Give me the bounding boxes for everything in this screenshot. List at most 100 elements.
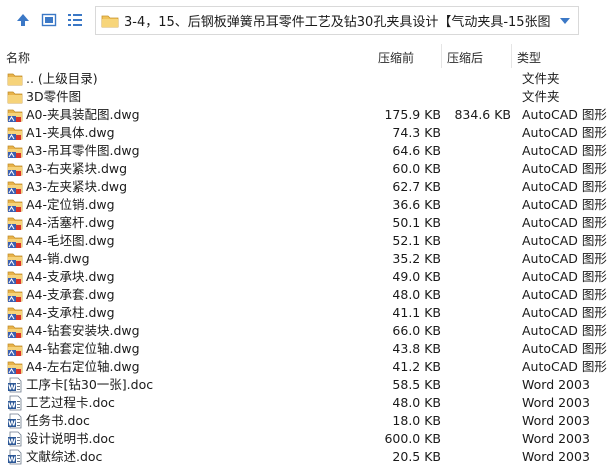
file-row[interactable]: A3-吊耳零件图.dwg 64.6 KB AutoCAD 图形 xyxy=(0,142,614,160)
file-compressed-size: 35.2 KB xyxy=(392,251,441,266)
file-type: 文件夹 xyxy=(522,71,560,86)
file-row[interactable]: A4-定位销.dwg 36.6 KB AutoCAD 图形 xyxy=(0,196,614,214)
autocad-file-icon xyxy=(7,323,23,339)
file-compressed-size: 20.5 KB xyxy=(392,449,441,464)
file-name: 3D零件图 xyxy=(26,89,82,104)
file-compressed-size: 74.3 KB xyxy=(392,125,441,140)
file-type: AutoCAD 图形 xyxy=(522,305,607,320)
autocad-file-icon xyxy=(7,233,23,249)
file-name: A4-定位销.dwg xyxy=(26,197,115,212)
file-compressed-size: 48.0 KB xyxy=(392,287,441,302)
file-row[interactable]: 3D零件图 文件夹 xyxy=(0,88,614,106)
file-name: A4-支承套.dwg xyxy=(26,287,115,302)
file-type: AutoCAD 图形 xyxy=(522,143,607,158)
file-type: AutoCAD 图形 xyxy=(522,233,607,248)
file-row[interactable]: A1-夹具体.dwg 74.3 KB AutoCAD 图形 xyxy=(0,124,614,142)
svg-text:W: W xyxy=(8,456,16,464)
autocad-file-icon xyxy=(7,359,23,375)
file-type: AutoCAD 图形 xyxy=(522,287,607,302)
folder-icon xyxy=(7,71,23,87)
file-row[interactable]: A4-支承柱.dwg 41.1 KB AutoCAD 图形 xyxy=(0,304,614,322)
file-name: 工序卡[钻30一张].doc xyxy=(26,377,154,392)
file-row[interactable]: A4-支承套.dwg 48.0 KB AutoCAD 图形 xyxy=(0,286,614,304)
word-doc-icon: W xyxy=(7,377,23,393)
autocad-file-icon xyxy=(7,269,23,285)
file-row[interactable]: W 工艺过程卡.doc 48.0 KB Word 2003 xyxy=(0,394,614,412)
file-compressed-size: 43.8 KB xyxy=(392,341,441,356)
word-doc-icon: W xyxy=(7,413,23,429)
column-compressed[interactable]: 压缩前 xyxy=(378,49,414,66)
details-view-icon[interactable] xyxy=(66,11,84,29)
file-name: A4-活塞杆.dwg xyxy=(26,215,115,230)
file-type: AutoCAD 图形 xyxy=(522,107,607,122)
file-row[interactable]: A3-右夹紧块.dwg 60.0 KB AutoCAD 图形 xyxy=(0,160,614,178)
file-row[interactable]: A0-夹具装配图.dwg 175.9 KB 834.6 KB AutoCAD 图形 xyxy=(0,106,614,124)
file-name: A1-夹具体.dwg xyxy=(26,125,115,140)
file-name: A4-钻套安装块.dwg xyxy=(26,323,140,338)
column-divider[interactable] xyxy=(441,44,442,68)
file-name: A4-钻套定位轴.dwg xyxy=(26,341,140,356)
file-compressed-size: 41.1 KB xyxy=(392,305,441,320)
file-type: AutoCAD 图形 xyxy=(522,341,607,356)
svg-text:W: W xyxy=(8,420,16,428)
file-name: A3-右夹紧块.dwg xyxy=(26,161,128,176)
file-row[interactable]: W 设计说明书.doc 600.0 KB Word 2003 xyxy=(0,430,614,448)
file-compressed-size: 48.0 KB xyxy=(392,395,441,410)
file-name: 设计说明书.doc xyxy=(26,431,115,446)
file-row[interactable]: A4-左右定位轴.dwg 41.2 KB AutoCAD 图形 xyxy=(0,358,614,376)
address-dropdown-button[interactable] xyxy=(551,7,578,34)
file-row[interactable]: W 文献综述.doc 20.5 KB Word 2003 xyxy=(0,448,614,466)
file-name: A4-销.dwg xyxy=(26,251,90,266)
file-compressed-size: 50.1 KB xyxy=(392,215,441,230)
file-compressed-size: 175.9 KB xyxy=(384,107,441,122)
file-name: A3-吊耳零件图.dwg xyxy=(26,143,140,158)
autocad-file-icon xyxy=(7,125,23,141)
autocad-file-icon xyxy=(7,161,23,177)
file-name: A4-支承块.dwg xyxy=(26,269,115,284)
file-type: AutoCAD 图形 xyxy=(522,125,607,140)
file-row[interactable]: A3-左夹紧块.dwg 62.7 KB AutoCAD 图形 xyxy=(0,178,614,196)
address-bar[interactable]: 3-4，15、后钢板弹簧吊耳零件工艺及钻30孔夹具设计【气动夹具-15张图】-大… xyxy=(95,6,579,35)
file-compressed-size: 18.0 KB xyxy=(392,413,441,428)
file-type: AutoCAD 图形 xyxy=(522,161,607,176)
file-type: 文件夹 xyxy=(522,89,560,104)
up-arrow-icon[interactable] xyxy=(14,11,32,29)
file-list: .. (上级目录) 文件夹 3D零件图 文件夹 A0-夹具装配图.dwg 175.9 KB… xyxy=(0,70,614,466)
file-type: Word 2003 xyxy=(522,413,590,428)
file-compressed-size: 52.1 KB xyxy=(392,233,441,248)
file-type: Word 2003 xyxy=(522,377,590,392)
file-row[interactable]: A4-支承块.dwg 49.0 KB AutoCAD 图形 xyxy=(0,268,614,286)
file-row[interactable]: A4-钻套安装块.dwg 66.0 KB AutoCAD 图形 xyxy=(0,322,614,340)
file-name: A0-夹具装配图.dwg xyxy=(26,107,140,122)
thumbnail-view-icon[interactable] xyxy=(40,11,58,29)
file-row[interactable]: .. (上级目录) 文件夹 xyxy=(0,70,614,88)
file-row[interactable]: A4-销.dwg 35.2 KB AutoCAD 图形 xyxy=(0,250,614,268)
autocad-file-icon xyxy=(7,287,23,303)
column-name[interactable]: 名称 xyxy=(6,49,30,66)
column-original[interactable]: 压缩后 xyxy=(447,49,483,66)
word-doc-icon: W xyxy=(7,449,23,465)
file-compressed-size: 36.6 KB xyxy=(392,197,441,212)
file-type: AutoCAD 图形 xyxy=(522,269,607,284)
file-compressed-size: 66.0 KB xyxy=(392,323,441,338)
file-type: AutoCAD 图形 xyxy=(522,215,607,230)
file-row[interactable]: A4-钻套定位轴.dwg 43.8 KB AutoCAD 图形 xyxy=(0,340,614,358)
file-row[interactable]: A4-活塞杆.dwg 50.1 KB AutoCAD 图形 xyxy=(0,214,614,232)
file-name: A4-左右定位轴.dwg xyxy=(26,359,140,374)
file-row[interactable]: W 任务书.doc 18.0 KB Word 2003 xyxy=(0,412,614,430)
folder-icon xyxy=(101,15,119,27)
column-type[interactable]: 类型 xyxy=(517,49,541,66)
autocad-file-icon xyxy=(7,143,23,159)
file-type: Word 2003 xyxy=(522,449,590,464)
file-row[interactable]: W 工序卡[钻30一张].doc 58.5 KB Word 2003 xyxy=(0,376,614,394)
autocad-file-icon xyxy=(7,305,23,321)
file-name: .. (上级目录) xyxy=(26,71,98,86)
column-divider[interactable] xyxy=(511,44,512,68)
file-name: 任务书.doc xyxy=(26,413,90,428)
file-row[interactable]: A4-毛坯图.dwg 52.1 KB AutoCAD 图形 xyxy=(0,232,614,250)
file-compressed-size: 62.7 KB xyxy=(392,179,441,194)
chevron-down-icon xyxy=(560,17,570,24)
file-type: AutoCAD 图形 xyxy=(522,251,607,266)
file-type: AutoCAD 图形 xyxy=(522,323,607,338)
autocad-file-icon xyxy=(7,179,23,195)
